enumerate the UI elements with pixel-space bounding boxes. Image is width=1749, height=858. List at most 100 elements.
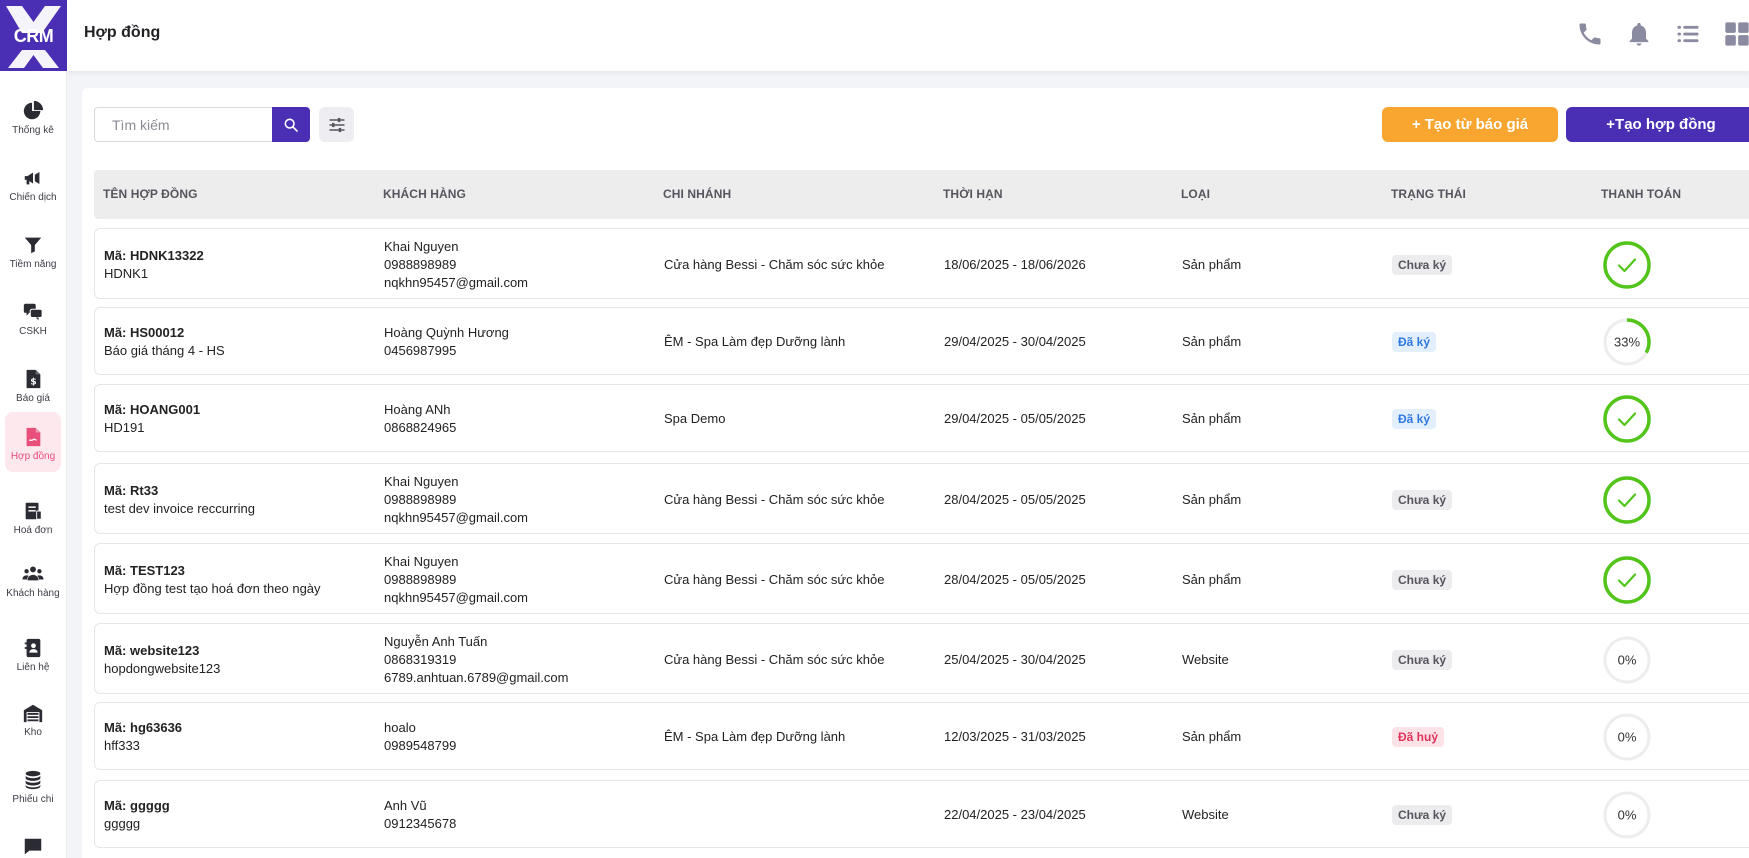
create-contract-button[interactable]: +Tạo hợp đồng: [1566, 107, 1749, 142]
sidebar-item-label: Khách hàng: [6, 588, 60, 599]
column-header[interactable]: THỜI HẠN: [943, 187, 1003, 201]
payment-percent: 0%: [1618, 808, 1637, 823]
payment-complete-icon: [1603, 395, 1651, 443]
sidebar-item-8[interactable]: Khách hàng: [5, 549, 61, 609]
branch-cell: ÊM - Spa Làm đẹp Dưỡng lành: [664, 308, 904, 376]
customer-name: hoalo: [384, 720, 416, 735]
table-row[interactable]: Mã: HDNK13322 HDNK1 Khai Nguyen 0988898989 n…: [94, 228, 1749, 299]
branch-cell: Cửa hàng Bessi - Chăm sóc sức khỏe: [664, 229, 904, 300]
table-header: TÊN HỢP ĐỒNG KHÁCH HÀNG CHI NHÁNH THỜI HẠN L…: [94, 170, 1749, 219]
search-input[interactable]: [94, 107, 272, 142]
contract-icon: [26, 427, 41, 447]
crm-logo[interactable]: CRM: [0, 0, 67, 71]
create-from-quote-button[interactable]: + Tạo từ báo giá: [1382, 107, 1558, 142]
column-header[interactable]: KHÁCH HÀNG: [383, 187, 466, 201]
branch-cell: Cửa hàng Bessi - Chăm sóc sức khỏe: [664, 624, 904, 695]
column-header[interactable]: THANH TOÁN: [1601, 187, 1681, 201]
bell-icon[interactable]: [1625, 20, 1653, 48]
term-cell-text: 29/04/2025 - 05/05/2025: [944, 411, 1086, 426]
status-badge: Đã ký: [1392, 332, 1437, 352]
customer-cell: Hoàng ANh 0868824965: [384, 385, 654, 453]
payment-progress: 0%: [1603, 791, 1651, 839]
term-cell: 25/04/2025 - 30/04/2025: [944, 624, 1184, 695]
sidebar-item-5[interactable]: $ Báo giá: [5, 354, 61, 414]
column-header[interactable]: TÊN HỢP ĐỒNG: [103, 187, 198, 201]
term-cell-text: 22/04/2025 - 23/04/2025: [944, 807, 1086, 822]
sidebar-item-6[interactable]: Hợp đồng: [5, 412, 61, 472]
column-header[interactable]: CHI NHÁNH: [663, 187, 731, 201]
status-badge: Chưa ký: [1392, 569, 1453, 590]
table-row[interactable]: Mã: ggggg ggggg Anh Vũ 0912345678 22/04/2025…: [94, 780, 1749, 848]
sidebar-item-9[interactable]: Liên hệ: [5, 623, 61, 683]
payment-complete-icon: [1603, 475, 1651, 524]
customer-phone: 0868319319: [384, 651, 457, 667]
contract-name-cell: Mã: ggggg ggggg: [104, 781, 374, 849]
table-row[interactable]: Mã: HS00012 Báo giá tháng 4 - HS Hoàng Quỳ…: [94, 307, 1749, 375]
customer-name: Nguyễn Anh Tuấn: [384, 633, 488, 649]
search-icon: [284, 118, 298, 132]
sidebar-item-12[interactable]: Trò chuyện: [5, 822, 61, 858]
filter-button[interactable]: [319, 107, 354, 142]
customer-phone: 0988898989: [384, 256, 457, 272]
contract-code[interactable]: Mã: Rt33: [104, 482, 374, 500]
sidebar-item-label: Liên hệ: [16, 662, 50, 673]
customer-cell: hoalo 0989548799: [384, 703, 654, 771]
term-cell: 28/04/2025 - 05/05/2025: [944, 544, 1184, 615]
status-badge: Chưa ký: [1392, 489, 1453, 510]
phone-icon[interactable]: [1576, 20, 1604, 48]
column-header[interactable]: LOẠI: [1181, 187, 1210, 201]
contract-name-cell: Mã: website123 hopdongwebsite123: [104, 624, 374, 695]
search-button[interactable]: [272, 107, 310, 142]
type-cell-text: Sản phẩm: [1182, 571, 1242, 587]
sidebar-item-label: Kho: [24, 727, 42, 738]
customer-phone: 0868824965: [384, 420, 457, 435]
contract-code[interactable]: Mã: ggggg: [104, 797, 374, 815]
term-cell: 29/04/2025 - 05/05/2025: [944, 385, 1184, 453]
sidebar-item-label: Thống kê: [12, 125, 54, 136]
sidebar-item-3[interactable]: Tiềm năng: [5, 220, 61, 280]
status-badge: Đã ký: [1392, 409, 1437, 429]
warehouse-icon: [23, 704, 43, 723]
contract-code[interactable]: Mã: TEST123: [104, 562, 374, 580]
table-row[interactable]: Mã: website123 hopdongwebsite123 Nguyễn An…: [94, 623, 1749, 694]
sidebar-item-4[interactable]: CSKH: [5, 287, 61, 347]
sidebar-item-1[interactable]: Thống kê: [5, 86, 61, 146]
sidebar-item-2[interactable]: Chiến dịch: [5, 153, 61, 213]
payment-complete-icon: [1603, 240, 1651, 289]
table-row[interactable]: Mã: TEST123 Hợp đồng test tạo hoá đơn the…: [94, 543, 1749, 614]
branch-cell-text: ÊM - Spa Làm đẹp Dưỡng lành: [664, 729, 846, 744]
users-icon: [22, 566, 44, 581]
type-cell: Sản phẩm: [1182, 703, 1422, 771]
type-cell-text: Sản phẩm: [1182, 334, 1242, 349]
term-cell-text: 25/04/2025 - 30/04/2025: [944, 651, 1086, 667]
funnel-icon: [24, 237, 42, 254]
contract-code[interactable]: Mã: HS00012: [104, 324, 374, 342]
table-row[interactable]: Mã: HOANG001 HD191 Hoàng ANh 0868824965 Spa …: [94, 384, 1749, 452]
column-header[interactable]: TRẠNG THÁI: [1391, 187, 1466, 201]
payment-percent: 0%: [1618, 652, 1637, 667]
customer-phone: 0988898989: [384, 491, 457, 507]
contract-code[interactable]: Mã: HDNK13322: [104, 247, 374, 265]
list-icon[interactable]: [1674, 20, 1702, 48]
branch-cell-text: Cửa hàng Bessi - Chăm sóc sức khỏe: [664, 571, 885, 587]
status-badge: Đã huỷ: [1392, 727, 1445, 747]
sidebar-item-10[interactable]: Kho: [5, 688, 61, 748]
table-row[interactable]: Mã: Rt33 test dev invoice reccurring Khai …: [94, 463, 1749, 534]
sidebar-item-11[interactable]: Phiếu chi: [5, 755, 61, 815]
branch-cell: ÊM - Spa Làm đẹp Dưỡng lành: [664, 703, 904, 771]
grid-icon[interactable]: [1723, 20, 1749, 48]
branch-cell-text: Cửa hàng Bessi - Chăm sóc sức khỏe: [664, 651, 885, 667]
customer-email: 6789.anhtuan.6789@gmail.com: [384, 669, 569, 685]
contract-code[interactable]: Mã: hg63636: [104, 719, 374, 737]
customer-name: Khai Nguyen: [384, 238, 459, 254]
contract-code[interactable]: Mã: HOANG001: [104, 401, 374, 419]
contract-name-cell: Mã: HS00012 Báo giá tháng 4 - HS: [104, 308, 374, 376]
svg-text:$: $: [30, 377, 36, 388]
branch-cell: [664, 781, 904, 849]
contract-code[interactable]: Mã: website123: [104, 642, 374, 660]
type-cell: Sản phẩm: [1182, 308, 1422, 376]
sidebar-item-7[interactable]: Hoá đơn: [5, 486, 61, 546]
term-cell: 28/04/2025 - 05/05/2025: [944, 464, 1184, 535]
contract-name: ggggg: [104, 816, 141, 831]
table-row[interactable]: Mã: hg63636 hff333 hoalo 0989548799 ÊM - Spa…: [94, 702, 1749, 770]
